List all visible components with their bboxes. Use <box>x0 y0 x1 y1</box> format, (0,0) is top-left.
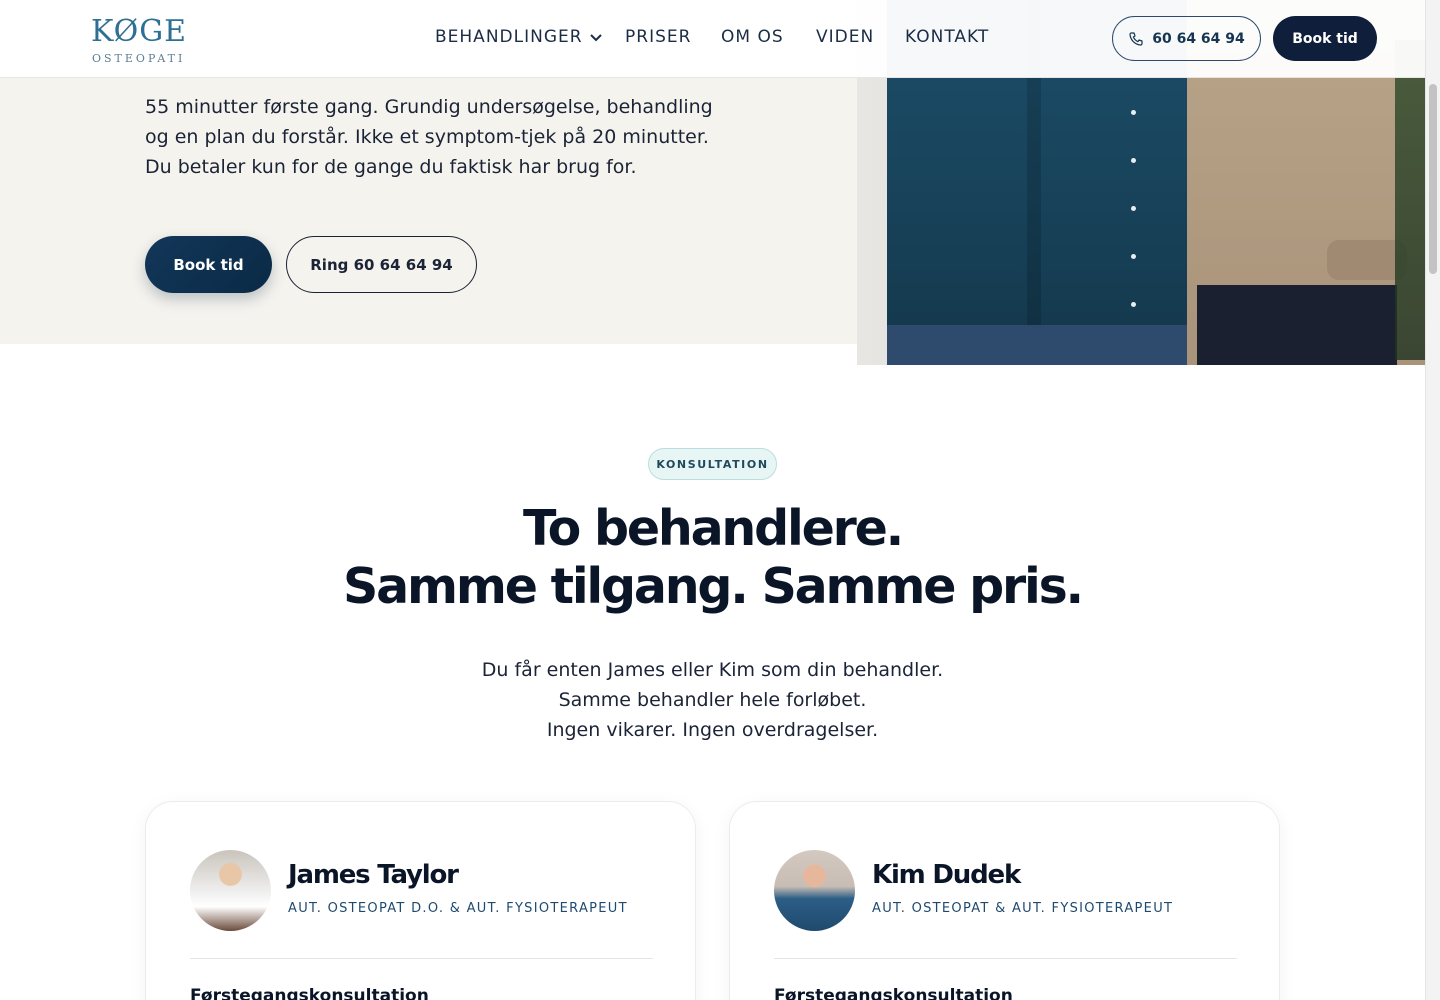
book-button-hero[interactable]: Book tid <box>145 236 272 293</box>
phone-icon <box>1129 31 1143 46</box>
logo-subtitle: OSTEOPATI <box>92 52 186 65</box>
practitioner-card-james: James Taylor AUT. OSTEOPAT D.O. & AUT. F… <box>145 801 696 1000</box>
practitioner-role: AUT. OSTEOPAT D.O. & AUT. FYSIOTERAPEUT <box>288 901 628 916</box>
consultation-label: Førstegangskonsultation <box>774 986 1013 1000</box>
avatar <box>774 850 855 931</box>
phone-label: 60 64 64 94 <box>1152 30 1245 47</box>
nav-kontakt[interactable]: KONTAKT <box>905 27 1005 47</box>
practitioner-card-kim: Kim Dudek AUT. OSTEOPAT & AUT. FYSIOTERA… <box>729 801 1280 1000</box>
hero-line: Du betaler kun for de gange du faktisk h… <box>145 156 637 178</box>
section-subtitle: Du får enten James eller Kim som din beh… <box>0 655 1425 745</box>
hero-line: 55 minutter første gang. Grundig undersø… <box>145 96 713 118</box>
subtitle-line: Samme behandler hele forløbet. <box>558 689 867 711</box>
subtitle-line: Ingen vikarer. Ingen overdragelser. <box>546 719 879 741</box>
consultation-label: Førstegangskonsultation <box>190 986 429 1000</box>
divider <box>190 958 653 959</box>
nav-viden[interactable]: VIDEN <box>816 27 886 47</box>
section-badge: KONSULTATION <box>648 448 777 480</box>
practitioner-name: James Taylor <box>288 860 459 890</box>
practitioner-role: AUT. OSTEOPAT & AUT. FYSIOTERAPEUT <box>872 901 1174 916</box>
logo-wordmark: KØGE <box>91 14 188 49</box>
nav-om-os[interactable]: OM OS <box>721 27 801 47</box>
book-button-header[interactable]: Book tid <box>1273 16 1377 61</box>
plant <box>1395 40 1425 360</box>
section-title: To behandlere. Samme tilgang. Samme pris… <box>0 500 1425 616</box>
title-line: Samme tilgang. Samme pris. <box>343 558 1084 615</box>
divider <box>774 958 1237 959</box>
hero-line: og en plan du forstår. Ikke et symptom-t… <box>145 126 709 148</box>
call-button-hero[interactable]: Ring 60 64 64 94 <box>286 236 477 293</box>
chevron-down-icon <box>589 34 602 42</box>
nav-behandlinger[interactable]: BEHANDLINGER <box>435 27 605 47</box>
site-header: KØGE OSTEOPATI BEHANDLINGER PRISER OM OS… <box>0 0 1425 78</box>
logo[interactable]: KØGE OSTEOPATI <box>91 14 186 66</box>
subtitle-line: Du får enten James eller Kim som din beh… <box>481 659 944 681</box>
avatar <box>190 850 271 931</box>
title-line: To behandlere. <box>522 500 904 557</box>
phone-button[interactable]: 60 64 64 94 <box>1112 16 1261 61</box>
practitioner-name: Kim Dudek <box>872 860 1021 890</box>
hero-description: 55 minutter første gang. Grundig undersø… <box>145 92 725 182</box>
scrollbar-thumb[interactable] <box>1429 84 1437 274</box>
nav-priser[interactable]: PRISER <box>625 27 705 47</box>
nav-label: BEHANDLINGER <box>435 27 583 47</box>
